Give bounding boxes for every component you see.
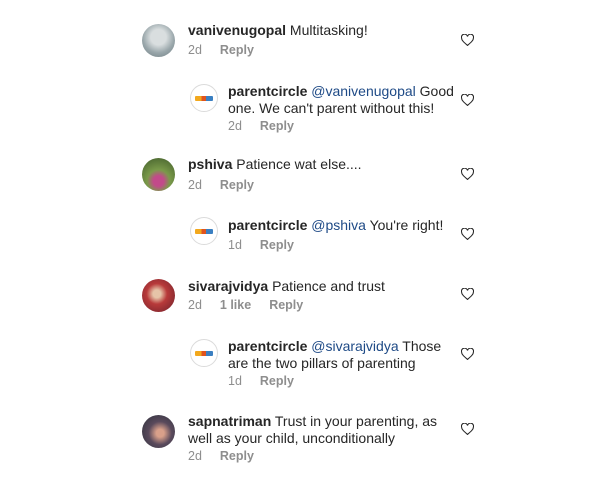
comment-time: 2d — [188, 178, 202, 192]
comment-meta: 2d 1 like Reply — [188, 298, 321, 312]
comment-body: parentcircle @sivarajvidya Those are the… — [228, 338, 453, 372]
comment-username[interactable]: vanivenugopal — [188, 22, 286, 38]
comment-time: 2d — [188, 43, 202, 57]
reply-button[interactable]: Reply — [220, 178, 254, 192]
avatar[interactable] — [142, 415, 175, 448]
avatar[interactable] — [190, 84, 218, 112]
comment-meta: 1d Reply — [228, 238, 312, 252]
reply-button[interactable]: Reply — [269, 298, 303, 312]
comment-meta: 2d Reply — [188, 43, 272, 57]
comment-username[interactable]: pshiva — [188, 156, 232, 172]
heart-icon[interactable] — [461, 34, 474, 46]
comment-body: sivarajvidya Patience and trust — [188, 278, 418, 295]
comment-body: parentcircle @vanivenugopal Good one. We… — [228, 83, 458, 117]
comment-text: Multitasking! — [289, 22, 368, 38]
comment-text: You're right! — [369, 217, 444, 233]
comment-body: sapnatriman Trust in your parenting, as … — [188, 413, 450, 447]
parentcircle-logo-icon — [195, 96, 213, 101]
mention-link[interactable]: @vanivenugopal — [311, 83, 416, 99]
heart-icon[interactable] — [461, 94, 474, 106]
parentcircle-logo-icon — [195, 351, 213, 356]
comment-body: vanivenugopal Multitasking! — [188, 22, 418, 39]
avatar[interactable] — [142, 279, 175, 312]
heart-icon[interactable] — [461, 288, 474, 300]
comment-time: 2d — [228, 119, 242, 133]
comment-username[interactable]: sivarajvidya — [188, 278, 268, 294]
reply-button[interactable]: Reply — [260, 119, 294, 133]
comment-body: pshiva Patience wat else.... — [188, 156, 418, 173]
comment-username[interactable]: parentcircle — [228, 338, 307, 354]
reply-button[interactable]: Reply — [260, 374, 294, 388]
comment-username[interactable]: sapnatriman — [188, 413, 271, 429]
reply-button[interactable]: Reply — [260, 238, 294, 252]
comment-meta: 1d Reply — [228, 374, 312, 388]
avatar[interactable] — [190, 339, 218, 367]
comment-time: 2d — [188, 298, 202, 312]
comment-time: 2d — [188, 449, 202, 463]
mention-link[interactable]: @sivarajvidya — [311, 338, 398, 354]
reply-button[interactable]: Reply — [220, 449, 254, 463]
heart-icon[interactable] — [461, 228, 474, 240]
comment-body: parentcircle @pshiva You're right! — [228, 217, 468, 234]
heart-icon[interactable] — [461, 423, 474, 435]
comment-text: Patience wat else.... — [236, 156, 362, 172]
comment-username[interactable]: parentcircle — [228, 217, 307, 233]
comment-time: 1d — [228, 238, 242, 252]
likes-count[interactable]: 1 like — [220, 298, 251, 312]
heart-icon[interactable] — [461, 168, 474, 180]
comment-meta: 2d Reply — [188, 178, 272, 192]
parentcircle-logo-icon — [195, 229, 213, 234]
comment-time: 1d — [228, 374, 242, 388]
comment-text: Patience and trust — [272, 278, 385, 294]
reply-button[interactable]: Reply — [220, 43, 254, 57]
heart-icon[interactable] — [461, 348, 474, 360]
avatar[interactable] — [190, 217, 218, 245]
avatar[interactable] — [142, 158, 175, 191]
comment-meta: 2d Reply — [188, 449, 272, 463]
comment-meta: 2d Reply — [228, 119, 312, 133]
comment-username[interactable]: parentcircle — [228, 83, 307, 99]
mention-link[interactable]: @pshiva — [311, 217, 366, 233]
avatar[interactable] — [142, 24, 175, 57]
